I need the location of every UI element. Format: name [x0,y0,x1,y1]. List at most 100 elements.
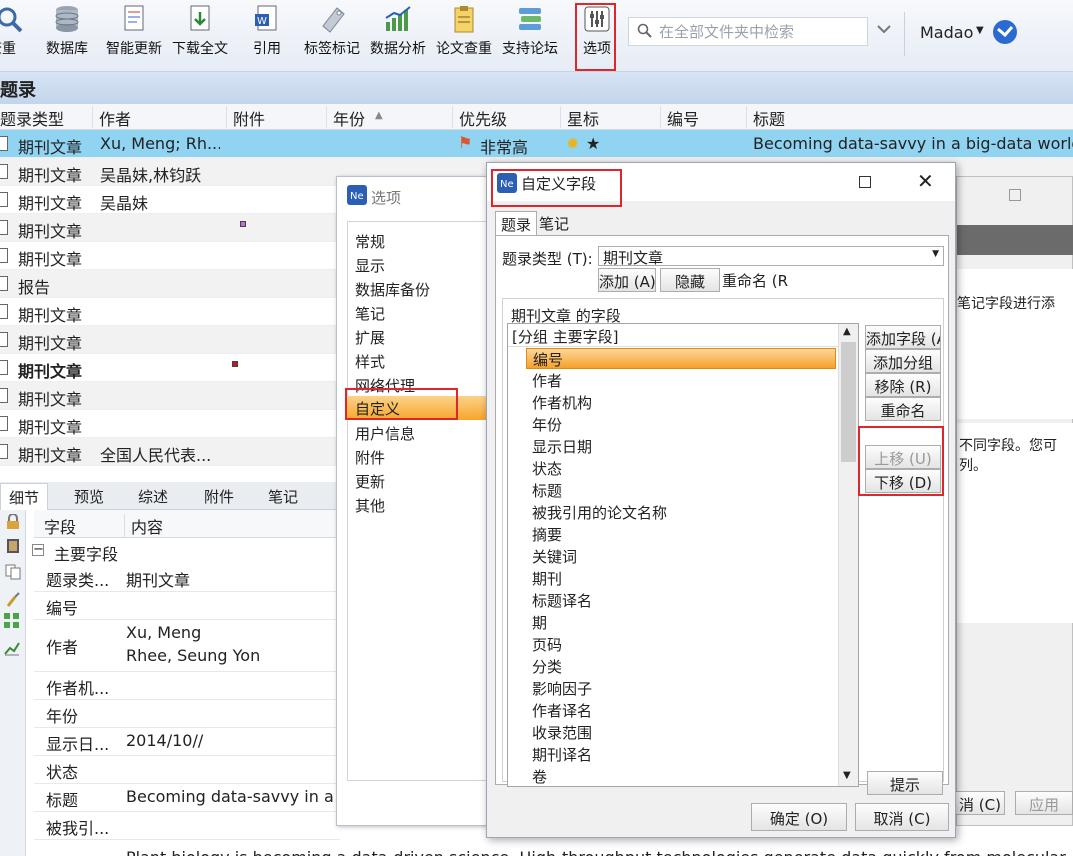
field-list-item[interactable]: 收录范围 [532,722,592,743]
hint-button[interactable]: 提示 [867,771,943,795]
col-header-star[interactable]: 星标 [560,106,599,129]
field-list-item[interactable]: 标题译名 [532,590,592,611]
detail-row[interactable]: 年份 [34,700,340,728]
maximize-icon[interactable] [1009,189,1021,201]
options-category-item[interactable]: 数据库备份 [355,279,430,300]
field-list-item[interactable]: 影响因子 [532,678,592,699]
scroll-down-icon[interactable]: ▼ [843,770,851,781]
col-header-year[interactable]: 年份 [326,106,365,129]
toolbar-tag-button[interactable]: 标签标记 [304,4,360,66]
tab-reference[interactable]: 题录 [495,211,537,235]
col-header-type[interactable]: 题录类型 [0,106,64,129]
col-header-priority[interactable]: 优先级 [452,106,507,129]
search-input[interactable]: 在全部文件夹中检索 [628,17,868,46]
options-category-item[interactable]: 样式 [355,351,385,372]
scroll-up-icon[interactable]: ▲ [843,326,851,337]
detail-row[interactable]: 显示日... 2014/10// [34,728,340,756]
col-header-number[interactable]: 编号 [660,106,699,129]
toolbar-plagiarism-check-button[interactable]: 论文查重 [436,4,492,66]
bg-dialog-apply-button[interactable]: 应用 [1015,791,1073,815]
field-list-item[interactable]: 年份 [532,414,562,435]
ok-button[interactable]: 确定 (O) [751,803,847,831]
hide-type-button[interactable]: 隐藏 [660,268,720,292]
toolbar-download-fulltext-button[interactable]: 下载全文 [172,4,228,66]
toolbar-forum-button[interactable]: 支持论坛 [502,4,558,66]
document-icon [0,388,8,403]
rename-field-button[interactable]: 重命名 [865,397,941,421]
field-list-item[interactable]: 期刊译名 [532,744,592,765]
user-dropdown-icon[interactable]: ▼ [976,25,984,36]
grid-icon[interactable] [3,612,21,634]
detail-row[interactable]: 编号 [34,592,340,620]
toolbar-database-button[interactable]: 数据库 [46,4,88,66]
options-category-item[interactable]: 扩展 [355,327,385,348]
detail-row[interactable]: 被我引... [34,812,340,840]
options-category-item[interactable]: 附件 [355,447,385,468]
detail-row[interactable]: 作者机... [34,672,340,700]
rename-type-button[interactable]: 重命名 (R [722,270,788,291]
add-type-button[interactable]: 添加 (A) [598,268,656,292]
detail-row[interactable]: 状态 [34,756,340,784]
detail-row[interactable]: 作者 Xu, Meng Rhee, Seung Yon [34,620,340,672]
row-author: Xu, Meng; Rh... [100,134,220,153]
type-select[interactable]: 期刊文章 ▼ [598,246,944,267]
chart-small-icon[interactable] [4,640,20,660]
scroll-thumb[interactable] [841,342,856,462]
search-dropdown-chevron-icon[interactable] [876,22,892,40]
detail-side-toolbar [0,510,26,856]
field-list-item[interactable]: 作者机构 [532,392,592,413]
field-list-item[interactable]: 编号 [526,348,836,369]
options-category-item[interactable]: 其他 [355,495,385,516]
field-list-item[interactable]: 关键词 [532,546,577,567]
toolbar-cite-button[interactable]: W 引用 [252,4,282,66]
field-list-item[interactable]: 状态 [532,458,562,479]
collapse-group-icon[interactable]: − [32,543,44,556]
add-field-button[interactable]: 添加字段 (A [865,325,941,349]
detail-row[interactable]: 题录类... 期刊文章 [34,564,340,592]
col-header-attachment[interactable]: 附件 [226,106,265,129]
field-list-item[interactable]: 页码 [532,634,562,655]
field-list-item[interactable]: 标题 [532,480,562,501]
field-list-item[interactable]: 作者 [532,370,562,391]
options-category-item[interactable]: 更新 [355,471,385,492]
remove-field-button[interactable]: 移除 (R) [865,373,941,397]
field-list-item[interactable]: 卷 [532,766,547,786]
toolbar-smart-update-button[interactable]: 智能更新 [106,4,162,66]
options-category-item[interactable]: 笔记 [355,303,385,324]
tab-attachments[interactable]: 附件 [196,486,242,507]
options-category-item[interactable]: 常规 [355,231,385,252]
bg-dialog-cancel-button[interactable]: 消 (C) [955,791,1005,815]
lock-icon[interactable] [5,513,21,534]
tab-summary[interactable]: 综述 [130,486,176,507]
tab-details[interactable]: 细节 [0,483,49,511]
detail-row[interactable]: 标题 Becoming data-savvy in a big-data worl… [34,784,340,812]
tab-preview[interactable]: 预览 [66,486,112,507]
field-list-item[interactable]: 作者译名 [532,700,592,721]
maximize-icon[interactable] [859,176,871,188]
book-icon[interactable] [5,538,21,558]
tab-note[interactable]: 笔记 [539,213,569,234]
cancel-button[interactable]: 取消 (C) [855,803,949,831]
field-list-item[interactable]: 摘要 [532,524,562,545]
field-list[interactable]: [分组 主要字段] 编号 作者 作者机构 年份 显示日期 状态 标题 被我引用的论文名称 摘要关… [507,323,859,787]
user-menu[interactable]: Madao [920,23,973,42]
field-list-item[interactable]: 分类 [532,656,562,677]
col-header-author[interactable]: 作者 [92,106,131,129]
options-category-item[interactable]: 用户信息 [355,423,415,444]
tab-notes[interactable]: 笔记 [260,486,306,507]
brush-icon[interactable] [5,592,21,612]
copy-icon[interactable] [5,564,21,584]
field-list-item[interactable]: 期刊 [532,568,562,589]
toolbar-dedupe-button[interactable]: 查重 [0,4,24,66]
field-list-item[interactable]: 显示日期 [532,436,592,457]
magnifier-icon [0,4,24,34]
field-list-item[interactable]: 被我引用的论文名称 [532,502,667,523]
field-list-scrollbar[interactable]: ▲ ▼ [838,324,858,786]
field-list-item[interactable]: 期 [532,612,547,633]
close-icon[interactable]: ✕ [917,169,934,193]
add-group-button[interactable]: 添加分组 [865,349,941,373]
table-row[interactable]: 期刊文章 Xu, Meng; Rh... ⚑ 非常高 ✹ ★ Becoming data-s… [0,130,1073,158]
col-header-title[interactable]: 标题 [746,106,785,129]
options-category-item[interactable]: 显示 [355,255,385,276]
toolbar-analysis-button[interactable]: 数据分析 [370,4,426,66]
